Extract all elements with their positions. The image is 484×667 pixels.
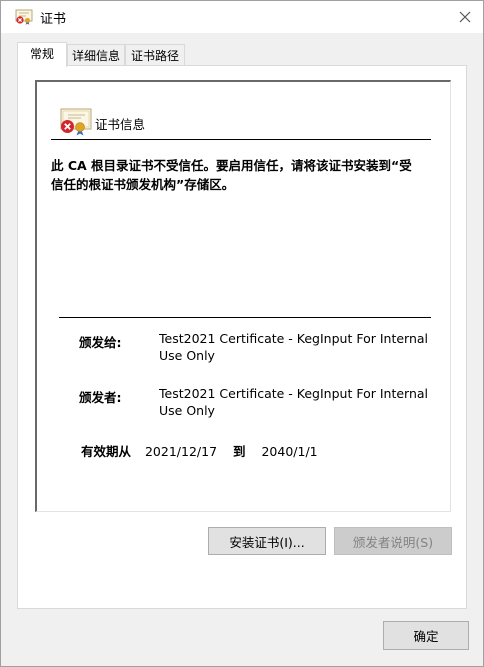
tab-general[interactable]: 常规 xyxy=(17,42,67,67)
issued-to-value: Test2021 Certificate - KegInput For Inte… xyxy=(159,331,429,363)
general-tab-panel: 证书信息 此 CA 根目录证书不受信任。要启用信任，请将该证书安装到“受信任的根… xyxy=(17,65,467,609)
install-certificate-button[interactable]: 安装证书(I)... xyxy=(208,527,326,555)
certificate-error-icon xyxy=(60,108,92,136)
issued-by-value: Test2021 Certificate - KegInput For Inte… xyxy=(159,386,429,418)
certificate-icon xyxy=(15,9,33,25)
tab-details[interactable]: 详细信息 xyxy=(67,44,125,66)
issued-to-label: 颁发给: xyxy=(79,335,122,350)
trust-warning-text: 此 CA 根目录证书不受信任。要启用信任，请将该证书安装到“受信任的根证书颁发机… xyxy=(51,158,412,192)
validity-to-label: 到 xyxy=(233,444,246,459)
tab-certification-path[interactable]: 证书路径 xyxy=(125,44,185,66)
header-divider xyxy=(51,139,431,140)
validity-from-label: 有效期从 xyxy=(81,444,132,459)
tab-certification-path-label: 证书路径 xyxy=(130,49,179,63)
title-bar: 证书 xyxy=(1,1,483,33)
window-title: 证书 xyxy=(40,12,67,27)
tab-details-label: 详细信息 xyxy=(71,49,120,63)
ok-button[interactable]: 确定 xyxy=(383,621,469,650)
close-button[interactable] xyxy=(447,1,483,33)
valid-to-date: 2040/1/1 xyxy=(261,444,318,459)
certificate-dialog: 证书 常规 详细信息 证书路径 证书信息 此 CA 根目录证书不受信任。要启用信… xyxy=(0,0,484,667)
close-icon xyxy=(459,11,471,23)
valid-from-date: 2021/12/17 xyxy=(144,444,218,459)
issuer-statement-button[interactable]: 颁发者说明(S) xyxy=(334,527,452,555)
certificate-info-box: 证书信息 此 CA 根目录证书不受信任。要启用信任，请将该证书安装到“受信任的根… xyxy=(35,80,451,512)
tab-general-label: 常规 xyxy=(29,47,54,61)
validity-period: 有效期从 2021/12/17 到 2040/1/1 xyxy=(81,441,318,460)
issued-by-label: 颁发者: xyxy=(79,390,122,405)
section-title: 证书信息 xyxy=(95,117,146,132)
details-divider xyxy=(59,317,431,318)
